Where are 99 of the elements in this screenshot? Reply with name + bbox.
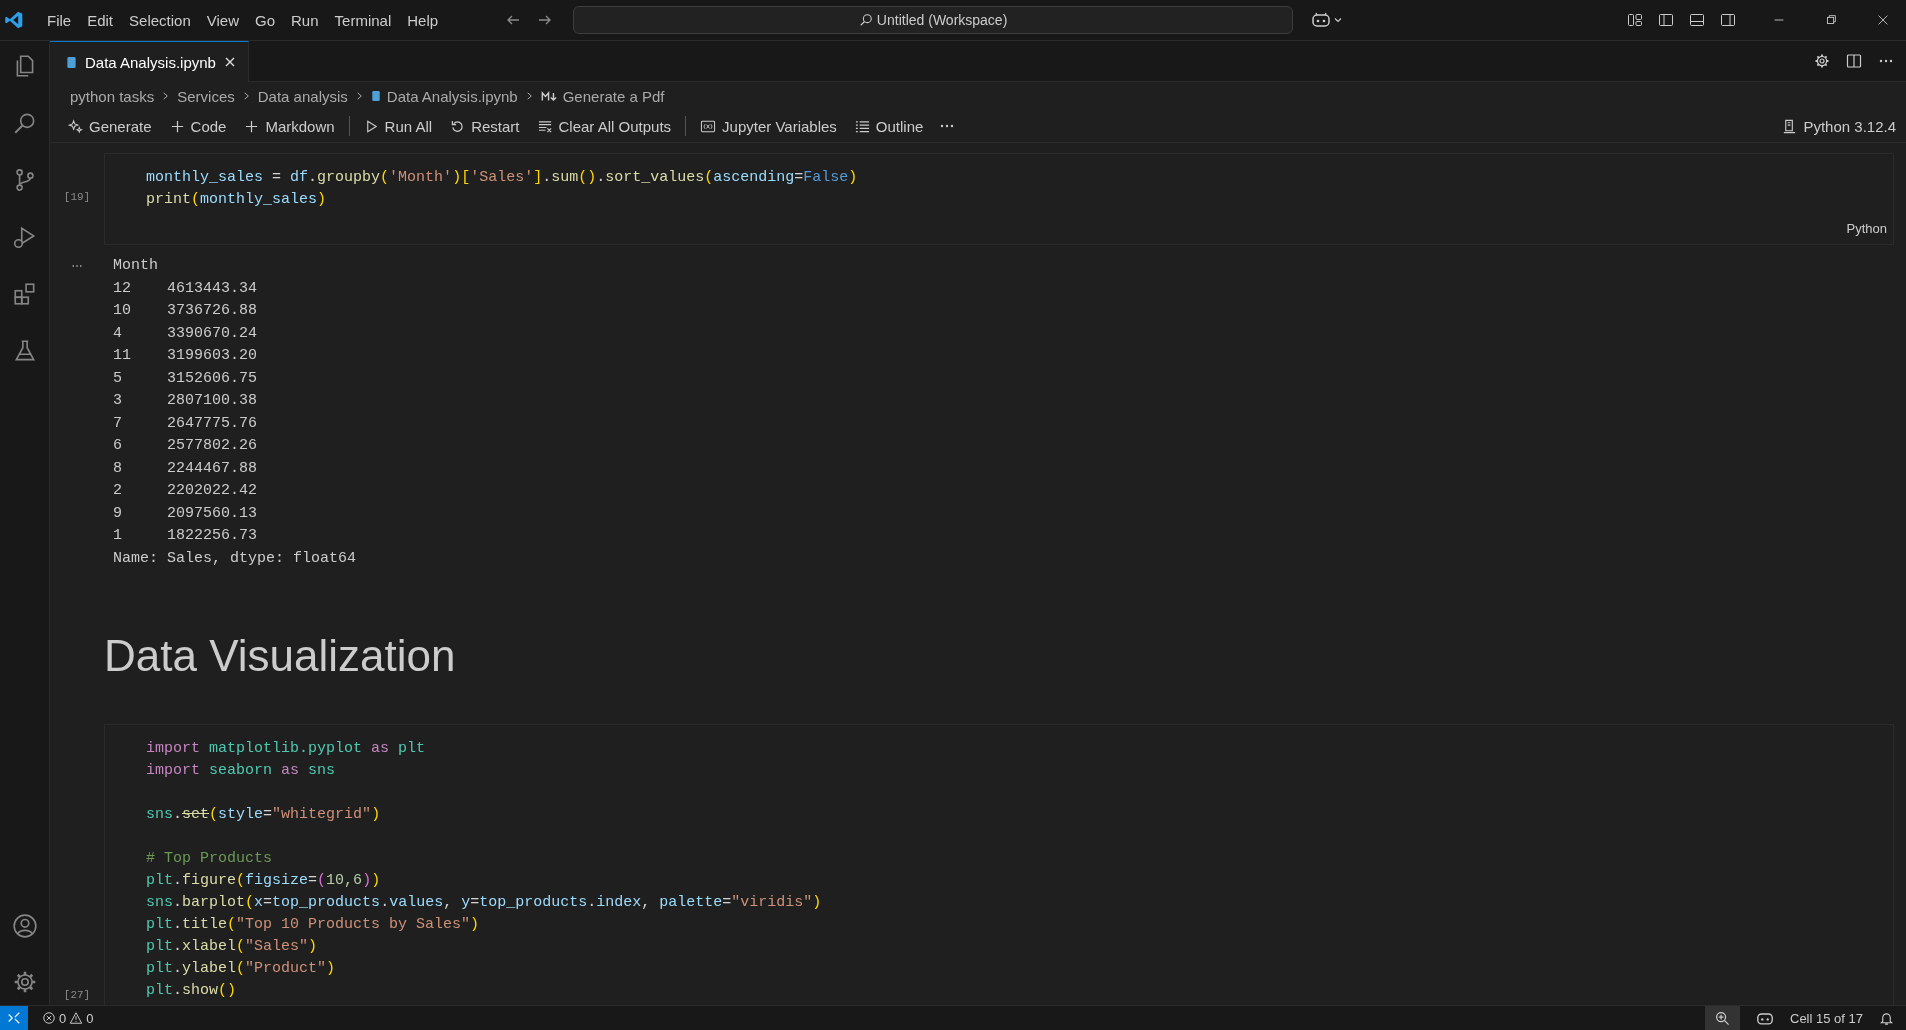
code-line: plt.title("Top 10 Products by Sales") bbox=[146, 915, 481, 935]
breadcrumb-item[interactable]: Data analysis bbox=[257, 87, 348, 105]
output-line: 5 3152606.75 bbox=[113, 368, 259, 389]
output-line: 4 3390670.24 bbox=[113, 323, 259, 344]
menu-item[interactable]: Edit bbox=[80, 7, 121, 33]
toolbar-button[interactable]: Outline bbox=[848, 114, 930, 138]
search-icon bbox=[858, 13, 873, 27]
code-line: sns.set(style="whitegrid") bbox=[146, 805, 382, 825]
variables-icon bbox=[700, 118, 717, 134]
error-icon bbox=[42, 1011, 56, 1025]
run-debug-icon[interactable] bbox=[11, 224, 38, 250]
settings-icon[interactable] bbox=[1814, 53, 1830, 69]
language-label[interactable]: Python bbox=[1846, 221, 1887, 236]
output-line: 12 4613443.34 bbox=[113, 278, 259, 299]
menu-item[interactable]: View bbox=[199, 7, 246, 33]
kernel-icon bbox=[1782, 118, 1798, 134]
notebook-icon bbox=[66, 55, 77, 69]
bell-icon[interactable] bbox=[1879, 1010, 1894, 1026]
more-icon[interactable] bbox=[70, 263, 84, 269]
breadcrumb-item[interactable]: python tasks bbox=[70, 87, 155, 105]
toolbar-button[interactable]: Generate bbox=[62, 114, 158, 138]
code-line: import matplotlib.pyplot as plt bbox=[146, 739, 427, 759]
output-line: 10 3736726.88 bbox=[113, 301, 259, 321]
code-line: plt.figure(figsize=(10,6)) bbox=[146, 871, 382, 891]
toolbar-button[interactable]: Clear All Outputs bbox=[531, 114, 678, 138]
code-line: sns.barplot(x=top_products.values, y=top_products.index, palette="viridis") bbox=[146, 893, 823, 913]
code-line: import seaborn as sns bbox=[146, 761, 337, 781]
output-line: 1 1822256.73 bbox=[113, 526, 259, 546]
code-line: monthly_sales = df.groupby('Month')['Sales'].sum().sort_values(ascending=False) bbox=[146, 168, 859, 188]
sidebar-toggle-icon[interactable] bbox=[1658, 12, 1674, 28]
sparkle-icon bbox=[68, 118, 83, 134]
code-line: plt.ylabel("Product") bbox=[146, 959, 337, 979]
chevron-icon bbox=[524, 91, 534, 101]
kernel-picker[interactable]: Python 3.12.4 bbox=[1776, 114, 1902, 138]
menu-item[interactable]: Terminal bbox=[327, 7, 399, 33]
copilot-icon[interactable] bbox=[1756, 1010, 1774, 1026]
code-cell[interactable] bbox=[104, 724, 1894, 1005]
chevron-icon bbox=[354, 91, 364, 101]
output-line: 9 2097560.13 bbox=[113, 503, 259, 524]
menu-item[interactable]: Help bbox=[400, 7, 446, 33]
split-editor-icon[interactable] bbox=[1846, 53, 1862, 69]
zoom-button[interactable] bbox=[1705, 1006, 1740, 1030]
output-line: Month bbox=[113, 256, 159, 276]
output-line: 8 2244467.88 bbox=[113, 458, 259, 479]
remote-button[interactable] bbox=[0, 1006, 28, 1030]
breadcrumb-item[interactable]: Generate a Pdf bbox=[540, 87, 665, 105]
code-line: print(monthly_sales) bbox=[146, 190, 328, 210]
toolbar-button[interactable]: Restart bbox=[444, 114, 526, 138]
plus-icon bbox=[244, 118, 260, 134]
cell-position[interactable]: Cell 15 of 17 bbox=[1790, 1010, 1863, 1026]
toolbar-button[interactable]: Markdown bbox=[238, 114, 341, 138]
output-line: 7 2647775.76 bbox=[113, 413, 259, 434]
breadcrumb-item[interactable]: Services bbox=[177, 87, 235, 105]
code-line: plt.show() bbox=[146, 981, 238, 1001]
notebook-icon bbox=[370, 90, 381, 102]
plus-icon bbox=[169, 118, 185, 134]
menu-item[interactable]: Run bbox=[284, 7, 326, 33]
output-line: 2 2202022.42 bbox=[113, 481, 259, 501]
code-line: plt.xlabel("Sales") bbox=[146, 937, 319, 957]
restore-icon[interactable] bbox=[1824, 13, 1838, 27]
output-line: 3 2807100.38 bbox=[113, 391, 259, 411]
toolbar-button[interactable]: Code bbox=[163, 114, 233, 138]
list-icon bbox=[854, 118, 870, 134]
layout-icon[interactable] bbox=[1627, 12, 1643, 28]
remote-icon bbox=[7, 1011, 21, 1025]
editor-tab[interactable]: Data Analysis.ipynb bbox=[50, 41, 249, 82]
menu-item[interactable]: File bbox=[40, 7, 79, 33]
toolbar-button[interactable]: Jupyter Variables bbox=[694, 114, 843, 138]
command-center[interactable]: Untitled (Workspace) bbox=[573, 6, 1294, 34]
problems-indicator[interactable]: 0 0 bbox=[42, 1010, 94, 1026]
execution-count: [19] bbox=[63, 191, 91, 205]
execution-count: [27] bbox=[63, 989, 91, 1003]
panel-toggle-icon[interactable] bbox=[1689, 12, 1705, 28]
secondary-sidebar-icon[interactable] bbox=[1720, 12, 1736, 28]
copilot-icon bbox=[1311, 12, 1332, 28]
output-line: 11 3199603.20 bbox=[113, 346, 259, 366]
chevron-down-icon bbox=[1333, 15, 1344, 25]
restart-icon bbox=[450, 118, 466, 134]
close-icon[interactable] bbox=[223, 56, 236, 68]
account-icon[interactable] bbox=[11, 913, 38, 939]
breadcrumb-item[interactable]: Data Analysis.ipynb bbox=[370, 87, 518, 105]
app-logo-icon bbox=[4, 10, 24, 30]
markdown-icon bbox=[540, 90, 557, 102]
menu-item[interactable]: Selection bbox=[122, 7, 198, 33]
chevron-icon bbox=[241, 91, 251, 101]
markdown-heading: Data Visualization bbox=[104, 630, 457, 682]
zoom-in-icon bbox=[1715, 1010, 1730, 1026]
menu-item[interactable]: Go bbox=[248, 7, 282, 33]
output-line: Name: Sales, dtype: float64 bbox=[113, 548, 358, 569]
warning-icon bbox=[69, 1011, 84, 1025]
code-cell[interactable]: monthly_sales = df.groupby('Month')['Sales'].sum().sort_values(ascending=False) print(monthly_sales) Python bbox=[104, 153, 1894, 245]
close-icon[interactable] bbox=[1876, 13, 1890, 27]
warning-count: 0 bbox=[86, 1010, 94, 1026]
output-line: 6 2577802.26 bbox=[113, 436, 259, 456]
clear-icon bbox=[537, 118, 553, 134]
chevron-icon bbox=[161, 91, 171, 101]
code-line: # Top Products bbox=[146, 849, 274, 869]
toolbar-button[interactable]: Run All bbox=[357, 114, 439, 138]
error-count: 0 bbox=[59, 1010, 67, 1026]
